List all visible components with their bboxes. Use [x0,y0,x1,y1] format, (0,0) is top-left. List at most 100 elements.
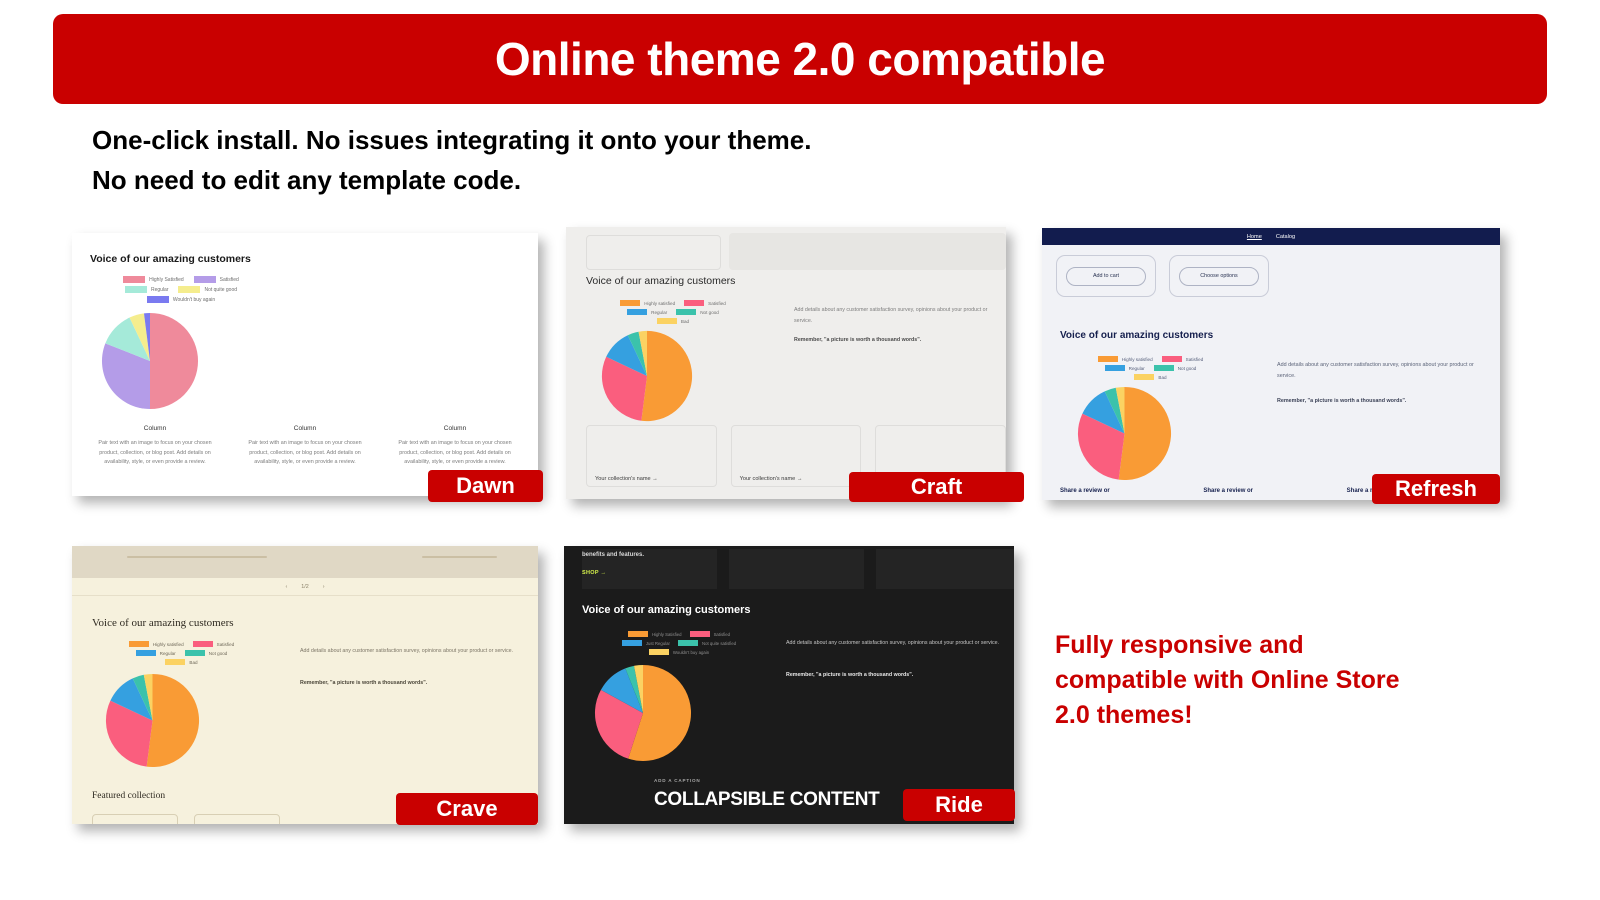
collapsible-content-title: COLLAPSIBLE CONTENT [654,789,880,810]
collection-link[interactable]: Your collection's name → [595,476,658,482]
product-card[interactable] [194,814,280,824]
legend-swatch [178,286,201,293]
subheading-line-2: No need to edit any template code. [92,165,522,195]
legend-swatch [684,300,705,306]
theme-preview-card-craft[interactable]: Voice of our amazing customers Highly sa… [566,227,1006,499]
closing-statement: Fully responsive and compatible with Onl… [1055,628,1485,733]
section-title: Voice of our amazing customers [1060,330,1214,341]
legend-label: Highly Satisfied [651,631,682,637]
pie-legend: Highly satisfied Satisfied Regular Not g… [593,300,753,327]
nav-link-catalog[interactable]: Catalog [1276,234,1295,240]
pie-slices [1077,386,1172,481]
theme-preview-card-refresh[interactable]: Home Catalog Add to cart Choose options … [1042,228,1500,500]
navigation-bar: Home Catalog [1042,228,1500,245]
legend-label: Satisfied [708,300,726,306]
section-title: Voice of our amazing customers [582,604,751,616]
product-card: Add to cart [1056,255,1156,297]
legend-item: Highly Satisfied [123,276,184,283]
pie-chart-refresh [1077,386,1172,481]
toolbar [72,546,538,578]
legend-swatch [1153,365,1174,371]
pie-slices [101,312,199,410]
header-banner: Online theme 2.0 compatible [53,14,1547,104]
legend-item: Just Regular [621,640,670,646]
legend-label: Regular [150,286,169,293]
legend-item: Highly satisfied [128,641,184,647]
legend-item: Not quite satisfied [677,640,737,646]
column-heading: Column [143,425,167,432]
column-item: Column Pair text with an image to focus … [238,425,372,468]
legend-label: Satisfied [1185,356,1204,362]
legend-swatch [621,640,642,646]
product-card: Choose options [1169,255,1269,297]
legend-label: Highly satisfied [152,641,184,647]
add-to-cart-button[interactable]: Add to cart [1066,266,1146,286]
legend-label: Regular [651,309,668,315]
legend-item: Wouldn't buy again [146,296,215,303]
placeholder-box [586,235,721,270]
legend-swatch [128,641,149,647]
feature-tile [729,549,864,589]
pie-chart-ride [594,664,692,762]
legend-swatch [1161,356,1182,362]
legend-swatch [648,649,669,655]
closing-line-3: 2.0 themes! [1055,701,1193,729]
column-text: Pair text with an image to focus on your… [248,440,362,465]
legend-label: Not good [208,650,228,656]
legend-label: Satisfied [219,276,239,283]
pagination-next[interactable]: › [323,584,325,590]
pie-slice [146,673,200,768]
pie-slices [601,330,693,422]
legend-swatch [1134,374,1155,380]
description-text: Add details about any customer satisfact… [1277,362,1474,379]
legend-swatch [1097,356,1118,362]
product-card[interactable] [92,814,178,824]
legend-item: Not quite good [178,286,237,293]
legend-swatch [656,318,677,324]
legend-label: Not good [700,309,719,315]
shop-link[interactable]: SHOP → [582,570,606,576]
section-title: Voice of our amazing customers [90,253,251,265]
legend-item: Not good [184,650,228,656]
pie-slice [641,330,693,422]
pie-chart-dawn [101,312,199,410]
benefits-text: benefits and features. [582,552,645,558]
choose-options-button[interactable]: Choose options [1179,266,1259,286]
legend-label: Just Regular [645,640,670,646]
pie-legend: Highly satisfied Satisfied Regular Not g… [99,641,264,668]
caption-label: ADD A CAPTION [654,778,701,783]
legend-item: Not good [1153,365,1197,371]
legend-item: Satisfied [689,631,730,637]
legend-item: Not good [676,309,719,315]
column-item: Column Pair text with an image to focus … [88,425,222,468]
description-bold: Remember, "a picture is worth a thousand… [1277,398,1407,404]
column-text: Pair text with an image to focus on your… [98,440,212,465]
legend-swatch [677,640,698,646]
pie-slices [105,673,200,768]
legend-label: Not quite good [204,286,238,293]
theme-preview-card-crave[interactable]: ‹ 1/2 › Voice of our amazing customers H… [72,546,538,824]
theme-preview-card-ride[interactable]: benefits and features. SHOP → Voice of o… [564,546,1014,824]
legend-swatch [135,650,156,656]
review-label: Share a review or [1060,488,1110,494]
collection-link[interactable]: Your collection's name → [740,476,803,482]
legend-label: Not good [1177,365,1197,371]
pie-slice [1118,386,1172,481]
legend-label: Highly satisfied [1121,356,1153,362]
column-heading: Column [293,425,317,432]
description-text: Add details about any customer satisfact… [300,648,514,654]
theme-badge-refresh: Refresh [1372,474,1500,504]
nav-link-home[interactable]: Home [1247,234,1262,240]
legend-item: Satisfied [684,300,726,306]
pagination-prev[interactable]: ‹ [285,584,287,590]
featured-collection-title: Featured collection [92,791,166,801]
legend-swatch [192,641,213,647]
toolbar-line [422,556,497,558]
legend-swatch [146,296,169,303]
legend-label: Regular [159,650,176,656]
legend-swatch [193,276,216,283]
collection-card[interactable]: Your collection's name → [586,425,717,487]
legend-label: Regular [1128,365,1145,371]
legend-label: Not quite satisfied [701,640,737,646]
collection-card[interactable]: Your collection's name → [730,425,862,487]
